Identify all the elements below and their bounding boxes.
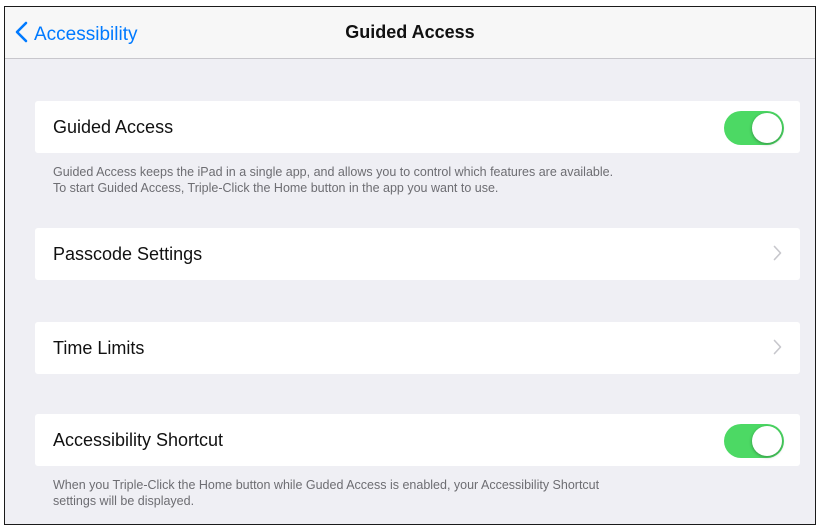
- chevron-right-icon: [773, 245, 782, 266]
- chevron-right-icon: [773, 339, 782, 360]
- guided-access-row: Guided Access: [35, 101, 800, 153]
- guided-access-footer-line: To start Guided Access, Triple-Click the…: [53, 181, 499, 195]
- guided-access-footer: Guided Access keeps the iPad in a single…: [53, 164, 788, 196]
- guided-access-toggle[interactable]: [724, 111, 784, 145]
- guided-access-footer-line: Guided Access keeps the iPad in a single…: [53, 165, 614, 179]
- passcode-settings-row[interactable]: Passcode Settings: [35, 228, 800, 280]
- time-limits-label: Time Limits: [53, 337, 145, 358]
- page-title: Guided Access: [345, 22, 475, 42]
- guided-access-label: Guided Access: [53, 116, 174, 137]
- accessibility-shortcut-label: Accessibility Shortcut: [53, 429, 224, 450]
- accessibility-shortcut-footer-line: When you Triple-Click the Home button wh…: [53, 478, 600, 492]
- passcode-settings-label: Passcode Settings: [53, 243, 203, 264]
- toggle-knob: [752, 426, 782, 456]
- accessibility-shortcut-toggle[interactable]: [724, 424, 784, 458]
- toggle-knob: [752, 113, 782, 143]
- navigation-bar: Accessibility Guided Access: [5, 7, 815, 59]
- settings-screen: Accessibility Guided Access Guided Acces…: [4, 6, 816, 525]
- accessibility-shortcut-footer: When you Triple-Click the Home button wh…: [53, 477, 788, 509]
- time-limits-row[interactable]: Time Limits: [35, 322, 800, 374]
- accessibility-shortcut-row: Accessibility Shortcut: [35, 414, 800, 466]
- accessibility-shortcut-footer-line: settings will be displayed.: [53, 494, 195, 508]
